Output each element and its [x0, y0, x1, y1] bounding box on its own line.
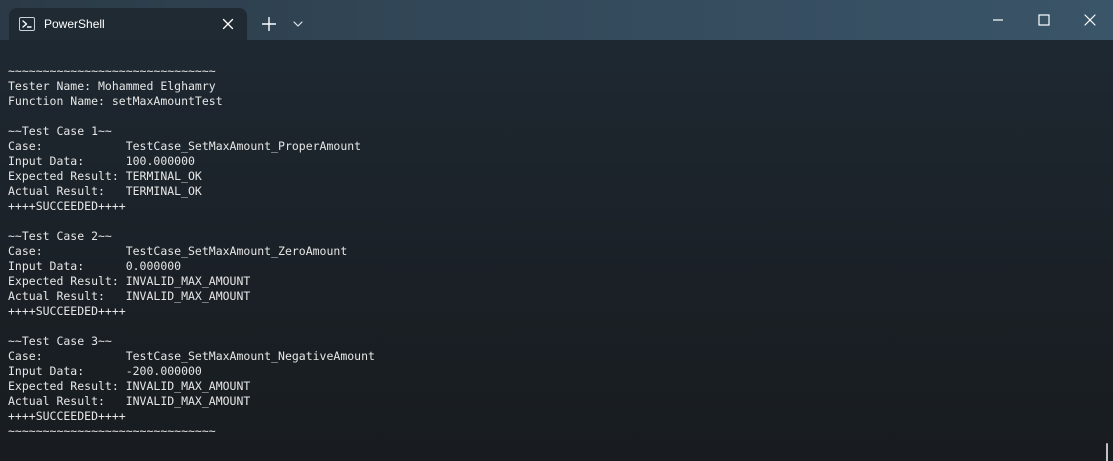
title-bar[interactable]: PowerShell: [0, 0, 1113, 40]
terminal-line: Expected Result: INVALID_MAX_AMOUNT: [8, 379, 251, 393]
maximize-icon: [1038, 14, 1050, 26]
minimize-icon: [993, 19, 1003, 21]
terminal-line: ~~Test Case 2~~: [8, 229, 112, 243]
terminal-line: ~~~~~~~~~~~~~~~~~~~~~~~~~~~~~~: [8, 64, 216, 78]
close-window-button[interactable]: [1067, 0, 1113, 40]
minimize-button[interactable]: [975, 0, 1021, 40]
plus-icon: [262, 17, 276, 31]
terminal-line: Actual Result: INVALID_MAX_AMOUNT: [8, 289, 251, 303]
new-tab-button[interactable]: [258, 13, 280, 35]
output-lines: ~~~~~~~~~~~~~~~~~~~~~~~~~~~~~~ Tester Nam…: [8, 64, 375, 439]
terminal-line: Tester Name: Mohammed Elghamry: [8, 79, 216, 93]
tab-powershell[interactable]: PowerShell: [9, 8, 247, 40]
terminal-line: Input Data: 0.000000: [8, 259, 182, 273]
powershell-icon: [19, 16, 35, 32]
close-icon[interactable]: [219, 15, 237, 33]
terminal-line: Case: TestCase_SetMaxAmount_ProperAmount: [8, 139, 362, 153]
terminal-line: ~~~~~~~~~~~~~~~~~~~~~~~~~~~~~~: [8, 424, 216, 438]
chevron-down-icon: [293, 21, 303, 27]
terminal-line: ~~Test Case 1~~: [8, 124, 112, 138]
terminal-window: PowerShell ~~~~~~~~~~~~~~~~~~~~~~~~~~~~~…: [0, 0, 1113, 461]
close-icon: [1084, 14, 1096, 26]
tab-title: PowerShell: [44, 17, 105, 31]
terminal-line: Function Name: setMaxAmountTest: [8, 94, 223, 108]
terminal-line: Case: TestCase_SetMaxAmount_NegativeAmou…: [8, 349, 375, 363]
terminal-line: ++++SUCCEEDED++++: [8, 409, 126, 423]
terminal-line: ++++SUCCEEDED++++: [8, 304, 126, 318]
terminal-line: ++++SUCCEEDED++++: [8, 199, 126, 213]
terminal-line: Actual Result: INVALID_MAX_AMOUNT: [8, 394, 251, 408]
terminal-output[interactable]: ~~~~~~~~~~~~~~~~~~~~~~~~~~~~~~ Tester Nam…: [0, 40, 1108, 461]
tab-dropdown-button[interactable]: [289, 14, 307, 34]
terminal-line: Input Data: -200.000000: [8, 364, 202, 378]
terminal-line: Input Data: 100.000000: [8, 154, 195, 168]
terminal-line: Expected Result: TERMINAL_OK: [8, 169, 202, 183]
terminal-line: Actual Result: TERMINAL_OK: [8, 184, 202, 198]
scrollbar-thumb[interactable]: [1106, 443, 1108, 461]
terminal-line: Case: TestCase_SetMaxAmount_ZeroAmount: [8, 244, 348, 258]
terminal-line: Expected Result: INVALID_MAX_AMOUNT: [8, 274, 251, 288]
maximize-button[interactable]: [1021, 0, 1067, 40]
terminal-line: ~~Test Case 3~~: [8, 334, 112, 348]
